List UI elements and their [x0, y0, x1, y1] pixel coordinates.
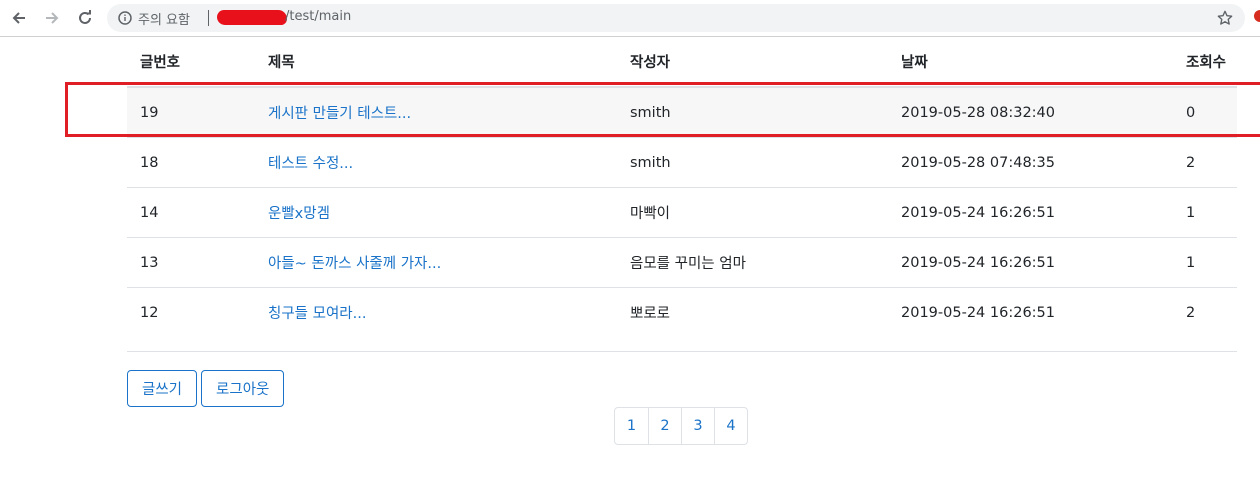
bookmark-star-icon[interactable]: [1217, 10, 1233, 26]
column-header-writer: 작성자: [617, 37, 888, 88]
cell-date: 2019-05-24 16:26:51: [888, 237, 1173, 288]
cell-no: 12: [127, 287, 255, 337]
page-link-3[interactable]: 3: [681, 408, 714, 444]
cell-title: 칭구들 모여라...: [255, 287, 617, 337]
cell-date: 2019-05-28 08:32:40: [901, 104, 1055, 121]
url-path[interactable]: /test/main: [285, 9, 351, 24]
column-header-title: 제목: [255, 37, 617, 88]
address-bar[interactable]: 주의 요함 /test/main: [107, 4, 1245, 32]
write-post-button[interactable]: 글쓰기: [127, 370, 198, 407]
cell-views: 0: [1186, 104, 1196, 121]
cell-no: 18: [127, 137, 255, 188]
cell-no: 19: [140, 104, 159, 121]
table-header-row: 글번호 제목 작성자 날짜 조회수: [127, 37, 1237, 88]
cell-title: 게시판 만들기 테스트...: [255, 87, 617, 138]
reload-icon: [79, 10, 91, 24]
cell-writer: 마빡이: [617, 187, 888, 238]
forward-arrow-icon: [46, 12, 59, 24]
redacted-domain: [217, 10, 287, 25]
column-header-views: 조회수: [1173, 37, 1237, 88]
forward-button[interactable]: [41, 7, 63, 29]
back-arrow-icon: [12, 12, 25, 24]
browser-toolbar: 주의 요함 /test/main: [0, 0, 1260, 37]
extension-icon[interactable]: [1254, 10, 1260, 22]
page-link-1[interactable]: 1: [615, 408, 648, 444]
logout-button[interactable]: 로그아웃: [201, 370, 285, 407]
board-actions: 글쓰기 로그아웃: [127, 370, 285, 407]
cell-views: 2: [1173, 287, 1237, 337]
back-button[interactable]: [8, 7, 30, 29]
cell-no: 14: [127, 187, 255, 238]
table-row: 18 테스트 수정... smith 2019-05-28 07:48:35 2: [127, 137, 1237, 188]
column-header-no: 글번호: [127, 37, 255, 88]
security-status-label[interactable]: 주의 요함: [138, 9, 190, 28]
cell-writer: 뽀로로: [617, 287, 888, 337]
info-icon[interactable]: [118, 11, 132, 25]
cell-views: 1: [1173, 187, 1237, 238]
cell-writer: 음모를 꾸미는 엄마: [617, 237, 888, 288]
cell-title: 운빨x망겜: [255, 187, 617, 238]
post-title-link[interactable]: 아들~ 돈까스 사줄께 가자...: [268, 256, 441, 272]
cell-title: 아들~ 돈까스 사줄께 가자...: [255, 237, 617, 288]
page-link-2[interactable]: 2: [648, 408, 681, 444]
post-title-link[interactable]: 게시판 만들기 테스트...: [268, 106, 411, 122]
cell-views: 1: [1173, 237, 1237, 288]
omnibox-separator: [208, 10, 209, 26]
pagination: 1 2 3 4: [614, 407, 748, 445]
cell-no: 13: [127, 237, 255, 288]
table-row: 13 아들~ 돈까스 사줄께 가자... 음모를 꾸미는 엄마 2019-05-…: [127, 237, 1237, 288]
cell-title: 테스트 수정...: [255, 137, 617, 188]
cell-date: 2019-05-24 16:26:51: [888, 287, 1173, 337]
page-link-4[interactable]: 4: [714, 408, 747, 444]
board-list: 글번호 제목 작성자 날짜 조회수 19 게시판 만들기 테스트... smit…: [127, 37, 1237, 352]
cell-writer: smith: [630, 104, 671, 121]
table-row: 12 칭구들 모여라... 뽀로로 2019-05-24 16:26:51 2: [127, 287, 1237, 337]
reload-button[interactable]: [74, 7, 96, 29]
table-row: 14 운빨x망겜 마빡이 2019-05-24 16:26:51 1: [127, 187, 1237, 238]
table-bottom-divider: [127, 351, 1237, 352]
post-title-link[interactable]: 운빨x망겜: [268, 206, 330, 222]
cell-views: 2: [1173, 137, 1237, 188]
board-table: 글번호 제목 작성자 날짜 조회수 19 게시판 만들기 테스트... smit…: [127, 37, 1237, 337]
cell-writer: smith: [617, 137, 888, 188]
cell-date: 2019-05-24 16:26:51: [888, 187, 1173, 238]
cell-date: 2019-05-28 07:48:35: [888, 137, 1173, 188]
post-title-link[interactable]: 테스트 수정...: [268, 156, 353, 172]
table-row: 19 게시판 만들기 테스트... smith 2019-05-28 08:32…: [127, 87, 1237, 138]
column-header-date: 날짜: [888, 37, 1173, 88]
post-title-link[interactable]: 칭구들 모여라...: [268, 306, 366, 322]
